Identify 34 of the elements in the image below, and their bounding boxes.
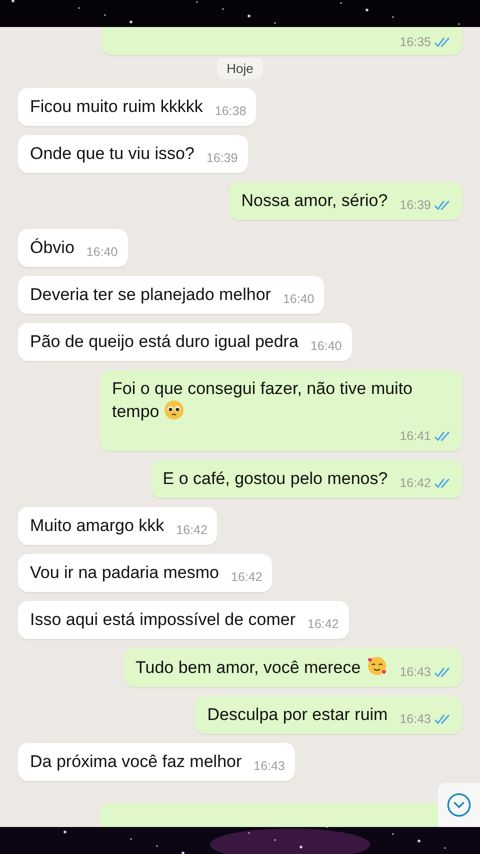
message-time: 16:35 xyxy=(400,35,431,49)
message-text: Óbvio xyxy=(30,237,74,259)
message-time: 16:42 xyxy=(176,523,208,537)
message-time: 16:42 xyxy=(231,570,262,584)
message-text: Ficou muito ruim kkkkk xyxy=(30,96,203,118)
message-text: Onde que tu viu isso? xyxy=(30,143,194,165)
message-text: Da próxima você faz melhor xyxy=(30,751,242,773)
emoji-icon xyxy=(366,656,388,676)
message-time: 16:40 xyxy=(282,292,314,306)
date-chip: Hoje xyxy=(216,58,264,79)
message-time: 16:43 xyxy=(400,665,431,679)
message-text: Nossa amor, sério? xyxy=(241,190,388,212)
chevron-down-icon xyxy=(446,792,472,818)
emoji-icon xyxy=(164,400,184,420)
message-text: Pão de queijo está duro igual pedra xyxy=(30,331,298,353)
message-time: 16:40 xyxy=(86,245,118,259)
message-text: Deveria ter se planejado melhor xyxy=(30,284,271,306)
message-text: E o café, gostou pelo menos? xyxy=(162,468,388,490)
message-time: 16:43 xyxy=(254,759,285,773)
message-time: 16:40 xyxy=(310,339,342,353)
message-text: Vou ir na padaria mesmo xyxy=(30,562,219,584)
message-text: Foi o que consegui fazer, não tive muito tempo xyxy=(112,378,414,423)
message-time: 16:42 xyxy=(400,476,431,490)
message-text: Isso aqui está impossível de comer xyxy=(30,609,296,631)
message-text: Muito amargo kkk xyxy=(30,515,164,537)
message-time: 16:38 xyxy=(214,104,246,118)
message-time: 16:41 xyxy=(400,429,431,443)
message-time: 16:43 xyxy=(400,712,431,726)
message-time: 16:39 xyxy=(400,198,431,212)
message-text: Desculpa por estar ruim xyxy=(207,704,388,726)
message-text: Tudo bem amor, você merece xyxy=(136,656,388,679)
scroll-down-button[interactable] xyxy=(438,783,480,827)
message-time: 16:39 xyxy=(206,151,238,165)
message-time: 16:42 xyxy=(308,617,339,631)
